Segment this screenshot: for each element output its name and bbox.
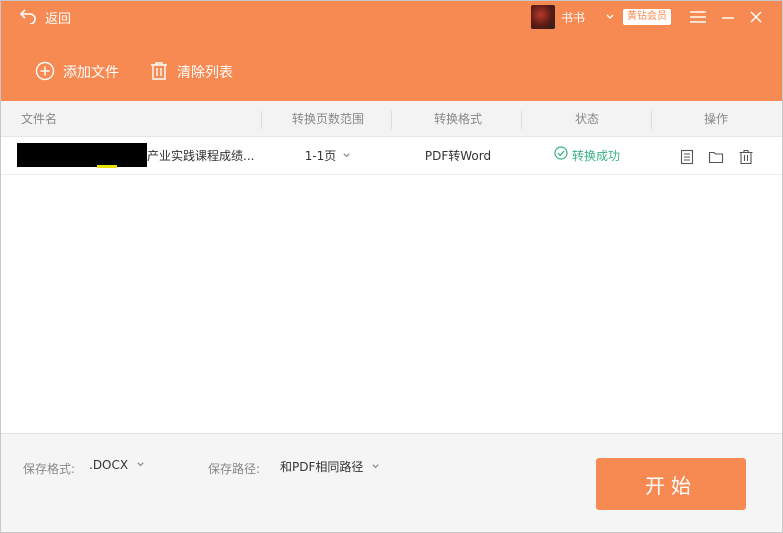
header-bar: 返回 书书 黄钻会员 添加文件 清除列表: [1, 1, 782, 101]
minimize-icon[interactable]: [719, 9, 737, 25]
avatar[interactable]: [531, 5, 555, 29]
chevron-down-icon: [136, 458, 145, 472]
trash-icon: [149, 61, 169, 84]
clear-list-button[interactable]: 清除列表: [149, 61, 233, 83]
page-range-select[interactable]: 1-1页: [263, 138, 393, 175]
menu-icon[interactable]: [689, 9, 707, 25]
chevron-down-icon: [342, 138, 351, 175]
back-label: 返回: [45, 11, 72, 27]
vip-badge[interactable]: 黄钻会员: [623, 9, 671, 25]
clear-list-label: 清除列表: [177, 65, 233, 81]
close-icon[interactable]: [747, 9, 765, 25]
open-folder-icon[interactable]: [708, 149, 724, 165]
save-format-select[interactable]: .DOCX: [89, 458, 145, 472]
add-circle-icon: [35, 61, 55, 84]
column-divider: [651, 111, 652, 129]
redacted-filename-block: [17, 143, 147, 167]
app-window: 返回 书书 黄钻会员 添加文件 清除列表 文件名 转换页数范围 转换格式 状态 …: [0, 0, 783, 533]
chevron-down-icon: [371, 460, 380, 474]
save-path-value: 和PDF相同路径: [280, 460, 364, 474]
column-header-format: 转换格式: [433, 112, 482, 126]
save-format-label: 保存格式:: [23, 462, 76, 476]
column-header-actions: 操作: [703, 112, 728, 126]
save-format-value: .DOCX: [89, 458, 129, 472]
column-divider: [391, 111, 392, 129]
page-range-value: 1-1页: [304, 149, 337, 163]
open-file-icon[interactable]: [679, 149, 695, 165]
username[interactable]: 书书: [561, 9, 585, 26]
user-dropdown-chevron-icon[interactable]: [605, 11, 615, 21]
footer-bar: 保存格式: .DOCX 保存路径: 和PDF相同路径 开始: [1, 433, 782, 532]
delete-row-icon[interactable]: [738, 149, 754, 165]
status-cell: 转换成功: [523, 138, 651, 175]
column-header-page-range: 转换页数范围: [291, 112, 364, 126]
table-header: 文件名 转换页数范围 转换格式 状态 操作: [1, 101, 782, 137]
column-divider: [521, 111, 522, 129]
back-button[interactable]: 返回: [19, 7, 71, 27]
add-file-label: 添加文件: [63, 65, 119, 81]
start-button[interactable]: 开始: [596, 458, 746, 510]
file-name: 产业实践课程成绩...: [147, 149, 255, 163]
user-menu[interactable]: 书书: [531, 5, 585, 29]
redaction-mark: [97, 165, 117, 168]
save-path-select[interactable]: 和PDF相同路径: [280, 458, 380, 475]
column-header-filename: 文件名: [21, 112, 58, 126]
status-text: 转换成功: [571, 149, 620, 163]
add-file-button[interactable]: 添加文件: [35, 61, 119, 83]
save-path-label: 保存路径:: [208, 462, 261, 476]
check-circle-icon: [554, 138, 568, 175]
column-header-status: 状态: [574, 112, 599, 126]
column-divider: [261, 111, 262, 129]
table-row[interactable]: 产业实践课程成绩... 1-1页 PDF转Word 转换成功: [1, 138, 782, 175]
conversion-format: PDF转Word: [424, 149, 492, 163]
back-arrow-icon: [19, 8, 37, 27]
